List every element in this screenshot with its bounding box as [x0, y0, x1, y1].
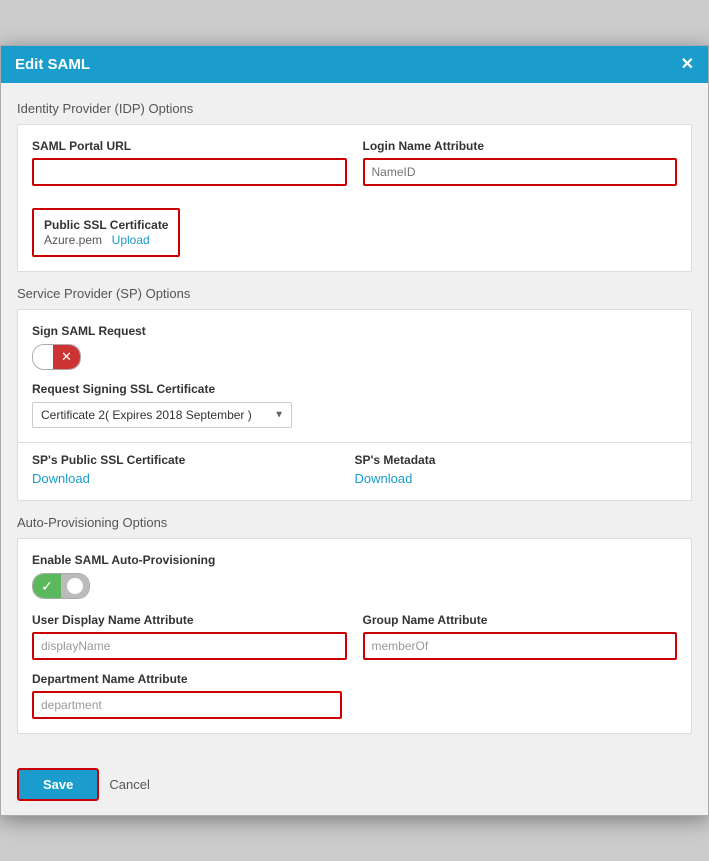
group-name-label: Group Name Attribute	[363, 613, 678, 627]
login-name-attr-col: Login Name Attribute	[363, 139, 678, 186]
enable-auto-prov-label: Enable SAML Auto-Provisioning	[32, 553, 677, 567]
enable-auto-prov-toggle-wrapper[interactable]: ✓	[32, 573, 677, 599]
sp-metadata-download-link[interactable]: Download	[355, 471, 413, 486]
sp-metadata-col: SP's Metadata Download	[355, 453, 678, 486]
user-display-label: User Display Name Attribute	[32, 613, 347, 627]
saml-portal-url-label: SAML Portal URL	[32, 139, 347, 153]
ssl-cert-box: Public SSL Certificate Azure.pem Upload	[32, 208, 180, 257]
ssl-cert-wrapper: Public SSL Certificate Azure.pem Upload	[32, 198, 677, 257]
user-display-col: User Display Name Attribute	[32, 613, 347, 660]
ssl-cert-label: Public SSL Certificate	[44, 218, 168, 232]
attr-row-1: User Display Name Attribute Group Name A…	[32, 613, 677, 660]
sp-ssl-col: SP's Public SSL Certificate Download	[32, 453, 355, 486]
cancel-button[interactable]: Cancel	[109, 777, 149, 792]
dept-name-label: Department Name Attribute	[32, 672, 677, 686]
sp-links-row: SP's Public SSL Certificate Download SP'…	[32, 453, 677, 486]
auto-prov-section-box: Enable SAML Auto-Provisioning ✓ User Dis…	[17, 538, 692, 734]
divider	[18, 442, 691, 443]
sign-saml-toggle-wrapper[interactable]: ✕	[32, 344, 677, 370]
sp-section-title: Service Provider (SP) Options	[17, 286, 692, 301]
sp-section-box: Sign SAML Request ✕ Request Signing SSL …	[17, 309, 692, 501]
saml-portal-url-col: SAML Portal URL	[32, 139, 347, 186]
sp-ssl-download-link[interactable]: Download	[32, 471, 90, 486]
save-button[interactable]: Save	[17, 768, 99, 801]
ssl-cert-filename: Azure.pem	[44, 233, 102, 247]
login-name-attr-input[interactable]	[363, 158, 678, 186]
close-button[interactable]: ✕	[681, 57, 694, 73]
toggle-knob-left	[33, 345, 53, 369]
sign-saml-label: Sign SAML Request	[32, 324, 677, 338]
toggle-off-grey	[61, 574, 89, 598]
signing-cert-label: Request Signing SSL Certificate	[32, 382, 677, 396]
toggle-on-check: ✓	[33, 574, 61, 598]
ssl-cert-upload-link[interactable]: Upload	[112, 233, 150, 247]
group-name-input[interactable]	[363, 632, 678, 660]
login-name-attr-label: Login Name Attribute	[363, 139, 678, 153]
enable-auto-prov-toggle[interactable]: ✓	[32, 573, 90, 599]
toggle-off-icon: ✕	[53, 345, 80, 369]
dialog-title: Edit SAML	[15, 56, 90, 73]
signing-cert-select[interactable]: Certificate 2( Expires 2018 September )	[32, 402, 292, 428]
signing-cert-wrapper: Certificate 2( Expires 2018 September ) …	[32, 402, 677, 428]
signing-cert-dropdown-wrapper: Certificate 2( Expires 2018 September ) …	[32, 402, 292, 428]
group-name-col: Group Name Attribute	[363, 613, 678, 660]
edit-saml-dialog: Edit SAML ✕ Identity Provider (IDP) Opti…	[0, 45, 709, 816]
idp-top-row: SAML Portal URL Login Name Attribute	[32, 139, 677, 186]
dialog-header: Edit SAML ✕	[1, 46, 708, 83]
idp-section-title: Identity Provider (IDP) Options	[17, 101, 692, 116]
sign-saml-toggle[interactable]: ✕	[32, 344, 81, 370]
sp-metadata-label: SP's Metadata	[355, 453, 678, 467]
dialog-footer: Save Cancel	[1, 758, 708, 815]
dialog-body: Identity Provider (IDP) Options SAML Por…	[1, 83, 708, 758]
auto-prov-section-title: Auto-Provisioning Options	[17, 515, 692, 530]
dept-name-wrapper: Department Name Attribute	[32, 672, 677, 719]
idp-section-box: SAML Portal URL Login Name Attribute Pub…	[17, 124, 692, 272]
dept-name-input[interactable]	[32, 691, 342, 719]
ssl-cert-file-row: Azure.pem Upload	[44, 232, 168, 247]
sp-ssl-label: SP's Public SSL Certificate	[32, 453, 355, 467]
user-display-input[interactable]	[32, 632, 347, 660]
saml-portal-url-input[interactable]	[32, 158, 347, 186]
